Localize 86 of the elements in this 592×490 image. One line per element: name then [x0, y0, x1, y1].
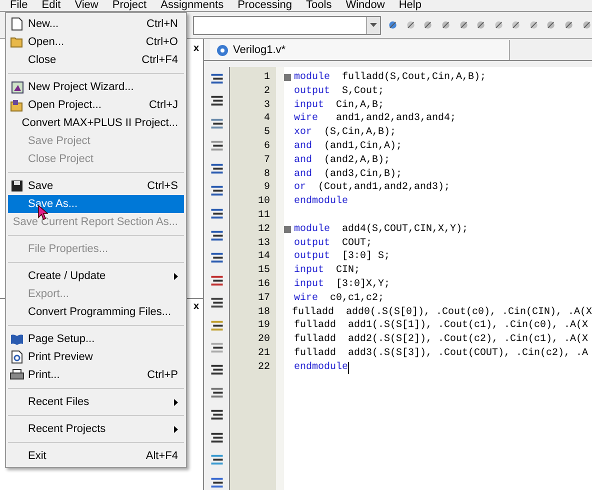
panel-close-button[interactable]: x	[193, 301, 199, 313]
line-number: 17	[258, 292, 270, 306]
code-line: and (and2,A,B);	[294, 154, 390, 168]
line-number: 9	[264, 181, 270, 196]
code-line: or (Cout,and1,and2,and3);	[294, 181, 450, 196]
folder-icon	[10, 36, 24, 48]
menu-item[interactable]: Save Ctrl+S	[8, 177, 184, 195]
menu-bar-item[interactable]: File	[10, 0, 28, 11]
menu-item[interactable]: Save As...	[8, 195, 184, 213]
printer-icon	[10, 369, 24, 381]
toolbar-dropdown[interactable]	[193, 16, 382, 34]
fold-icon[interactable]	[284, 74, 291, 82]
project-folder-icon	[10, 98, 24, 112]
line-number: 19	[258, 319, 270, 334]
menu-item[interactable]: Print Preview	[8, 348, 184, 366]
code-line: fulladd add3(.S(S[3]), .Cout(COUT), .Cin(c2), .A	[294, 346, 588, 361]
menu-bar-item[interactable]: Project	[112, 0, 147, 11]
line-number: 16	[258, 278, 270, 292]
menu-bar-item[interactable]: Tools	[306, 0, 332, 11]
submenu-arrow-icon	[174, 426, 178, 432]
code-line: wire and1,and2,and3,and4;	[294, 112, 456, 126]
line-number: 20	[258, 333, 270, 347]
menu-item[interactable]: Convert MAX+PLUS II Project...	[8, 114, 184, 132]
menu-item[interactable]: Convert Programming Files...	[8, 303, 184, 321]
line-number: 5	[264, 126, 270, 140]
editor-tab[interactable]: Verilog1.v*	[210, 40, 510, 60]
menu-item[interactable]: Open... Ctrl+O	[8, 33, 184, 51]
code-line: and (and3,Cin,B);	[294, 168, 402, 182]
menu-item[interactable]: Close Ctrl+F4	[8, 51, 184, 69]
code-line: module add4(S,COUT,CIN,X,Y);	[294, 222, 468, 237]
menu-bar-item[interactable]: Edit	[42, 0, 61, 11]
code-line: fulladd add1(.S(S[1]), .Cout(c1), .Cin(c0), .A(X	[294, 319, 588, 334]
menu-item[interactable]: New Project Wizard...	[8, 78, 184, 96]
line-number: 21	[258, 346, 270, 361]
menu-bar-item[interactable]: View	[74, 0, 98, 11]
menu-bar-item[interactable]: Window	[346, 0, 385, 11]
line-number: 2	[264, 84, 270, 99]
code-line: output [3:0] S;	[294, 250, 390, 264]
line-number: 18	[258, 306, 270, 320]
line-number: 8	[264, 168, 270, 182]
menu-item[interactable]: Print... Ctrl+P	[8, 366, 184, 384]
line-number: 14	[258, 250, 270, 264]
line-number: 12	[258, 222, 270, 237]
code-line: output COUT;	[294, 236, 372, 250]
book-icon	[10, 333, 24, 345]
menu-item[interactable]: Create / Update	[8, 267, 184, 285]
line-number: 22	[258, 360, 270, 375]
line-number: 6	[264, 140, 270, 154]
code-line: input [3:0]X,Y;	[294, 278, 390, 292]
menu-item[interactable]: Recent Projects	[8, 420, 184, 438]
menu-item[interactable]: Recent Files	[8, 393, 184, 411]
menu-item[interactable]: Open Project... Ctrl+J	[8, 96, 184, 114]
file-icon	[216, 44, 229, 56]
code-line: endmodule	[294, 360, 348, 375]
line-number: 15	[258, 264, 270, 278]
code-line: endmodule	[294, 195, 348, 209]
code-line: input Cin,A,B;	[294, 98, 384, 112]
line-number: 3	[264, 98, 270, 112]
code-line: fulladd add2(.S(S[2]), .Cout(c2), .Cin(c1), .A(X	[294, 333, 588, 347]
dropdown-arrow-icon	[370, 23, 378, 27]
code-line: and (and1,Cin,A);	[294, 140, 402, 154]
menu-bar-item[interactable]: Processing	[238, 0, 292, 11]
document-icon	[11, 17, 23, 31]
fold-icon[interactable]	[284, 226, 291, 234]
line-number: 1	[264, 71, 270, 85]
code-line: output S,Cout;	[294, 84, 384, 99]
line-number: 4	[264, 112, 270, 126]
code-line: xor (S,Cin,A,B);	[294, 126, 396, 140]
line-number: 13	[258, 236, 270, 250]
panel-close-button[interactable]: x	[193, 43, 199, 55]
menu-item[interactable]: New... Ctrl+N	[8, 15, 184, 33]
code-line: module fulladd(S,Cout,Cin,A,B);	[294, 71, 486, 85]
code-line: fulladd add0(.S(S[0]), .Cout(c0), .Cin(CIN), .A(X	[292, 306, 592, 320]
code-line: wire c0,c1,c2;	[294, 292, 384, 306]
submenu-arrow-icon	[174, 272, 178, 280]
line-number: 10	[258, 195, 270, 209]
line-number: 7	[264, 154, 270, 168]
submenu-arrow-icon	[174, 398, 178, 406]
line-number: 11	[258, 208, 270, 223]
menu-item[interactable]: Exit Alt+F4	[8, 447, 184, 465]
menu-bar-item[interactable]: Help	[398, 0, 422, 11]
wizard-icon	[10, 80, 24, 94]
print-preview-icon	[10, 350, 24, 364]
menu-bar-item[interactable]: Assignments	[160, 0, 224, 11]
menu-item[interactable]: Page Setup...	[8, 330, 184, 348]
code-line: input CIN;	[294, 264, 360, 278]
